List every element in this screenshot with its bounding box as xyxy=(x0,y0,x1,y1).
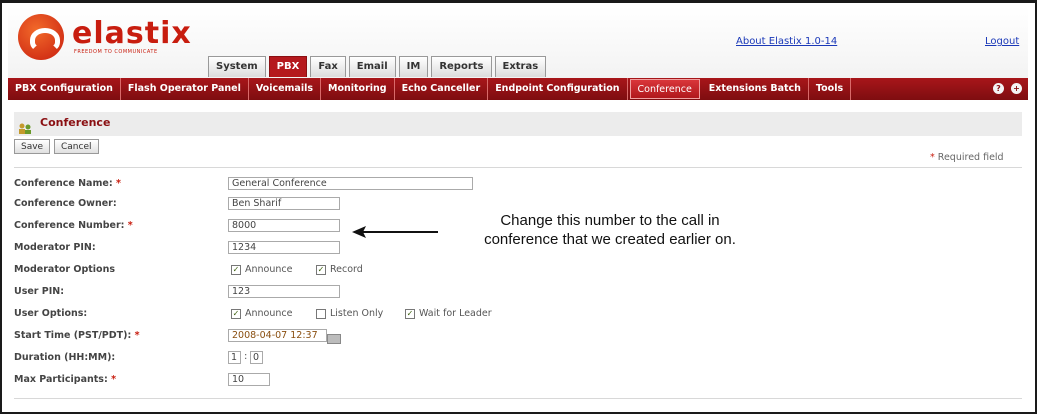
start-time-label: Start Time (PST/PDT): * xyxy=(14,330,140,341)
user-options-label: User Options: xyxy=(14,308,88,319)
menu-item-extensions-batch[interactable]: Extensions Batch xyxy=(702,78,809,100)
annotation-arrow-icon xyxy=(352,226,438,238)
moderator-pin-label: Moderator PIN: xyxy=(14,242,96,253)
user-listen-only-checkbox[interactable]: Listen Only xyxy=(316,307,383,320)
add-icon[interactable]: + xyxy=(1011,83,1022,94)
conference-icon xyxy=(19,123,31,134)
about-link[interactable]: About Elastix 1.0-14 xyxy=(736,36,837,47)
menu-item-voicemails[interactable]: Voicemails xyxy=(249,78,322,100)
user-pin-label: User PIN: xyxy=(14,286,65,297)
help-icon[interactable]: ? xyxy=(993,83,1004,94)
page-heading: Conference xyxy=(14,112,1022,136)
menu-item-pbx-configuration[interactable]: PBX Configuration xyxy=(8,78,121,100)
max-participants-label: Max Participants: * xyxy=(14,374,117,385)
checkmark-icon: ✓ xyxy=(231,308,241,319)
conference-owner-label: Conference Owner: xyxy=(14,198,117,209)
menu-item-tools[interactable]: Tools xyxy=(809,78,852,100)
cancel-button[interactable]: Cancel xyxy=(54,139,99,154)
checkmark-icon: ✓ xyxy=(316,264,326,275)
conference-number-label: Conference Number: * xyxy=(14,220,133,231)
logout-link[interactable]: Logout xyxy=(985,36,1019,47)
moderator-record-checkbox[interactable]: ✓ Record xyxy=(316,263,363,276)
conference-name-label: Conference Name: * xyxy=(14,178,121,189)
user-announce-checkbox[interactable]: ✓ Announce xyxy=(231,307,292,320)
menu-item-monitoring[interactable]: Monitoring xyxy=(321,78,395,100)
tab-email[interactable]: Email xyxy=(348,56,396,77)
duration-separator: : xyxy=(244,351,248,362)
elastix-logo-icon xyxy=(18,14,64,60)
conference-owner-input[interactable]: Ben Sharif xyxy=(228,197,340,210)
user-pin-input[interactable]: 123 xyxy=(228,285,340,298)
moderator-announce-checkbox[interactable]: ✓ Announce xyxy=(231,263,292,276)
tab-system[interactable]: System xyxy=(208,56,266,77)
max-participants-input[interactable]: 10 xyxy=(228,373,270,386)
header: elastix FREEDOM TO COMMUNICATE System PB… xyxy=(8,6,1028,78)
brand-tagline: FREEDOM TO COMMUNICATE xyxy=(74,49,158,55)
checkmark-icon: ✓ xyxy=(405,308,415,319)
tab-fax[interactable]: Fax xyxy=(310,56,346,77)
menu-item-flash-operator-panel[interactable]: Flash Operator Panel xyxy=(121,78,249,100)
menu-item-echo-canceller[interactable]: Echo Canceller xyxy=(395,78,489,100)
checkmark-icon: ✓ xyxy=(231,264,241,275)
start-time-input[interactable]: 2008-04-07 12:37 xyxy=(228,329,327,342)
moderator-options-label: Moderator Options xyxy=(14,264,115,275)
duration-minutes-input[interactable]: 0 xyxy=(250,351,263,364)
tab-extras[interactable]: Extras xyxy=(494,56,547,77)
tab-im[interactable]: IM xyxy=(398,56,429,77)
menu-item-conference[interactable]: Conference xyxy=(629,79,700,99)
top-tabs: System PBX Fax Email IM Reports Extras xyxy=(208,56,547,77)
save-button[interactable]: Save xyxy=(14,139,51,154)
moderator-pin-input[interactable]: 1234 xyxy=(228,241,340,254)
calendar-icon[interactable] xyxy=(327,334,341,344)
duration-label: Duration (HH:MM): xyxy=(14,352,116,363)
brand-name: elastix xyxy=(72,16,192,51)
duration-hours-input[interactable]: 1 xyxy=(228,351,241,364)
user-wait-for-leader-checkbox[interactable]: ✓ Wait for Leader xyxy=(405,307,492,320)
conference-name-input[interactable]: General Conference xyxy=(228,177,473,190)
pbx-menu-bar: PBX Configuration Flash Operator Panel V… xyxy=(8,78,1028,100)
conference-number-input[interactable]: 8000 xyxy=(228,219,340,232)
annotation-text: Change this number to the call in confer… xyxy=(484,212,736,248)
required-field-note: * Required field xyxy=(930,152,1004,163)
conference-form xyxy=(14,167,1022,399)
page-title: Conference xyxy=(40,116,111,129)
menu-item-endpoint-configuration[interactable]: Endpoint Configuration xyxy=(488,78,628,100)
tab-reports[interactable]: Reports xyxy=(431,56,492,77)
menu-icons: ? + xyxy=(993,83,1022,94)
tab-pbx[interactable]: PBX xyxy=(268,56,308,77)
